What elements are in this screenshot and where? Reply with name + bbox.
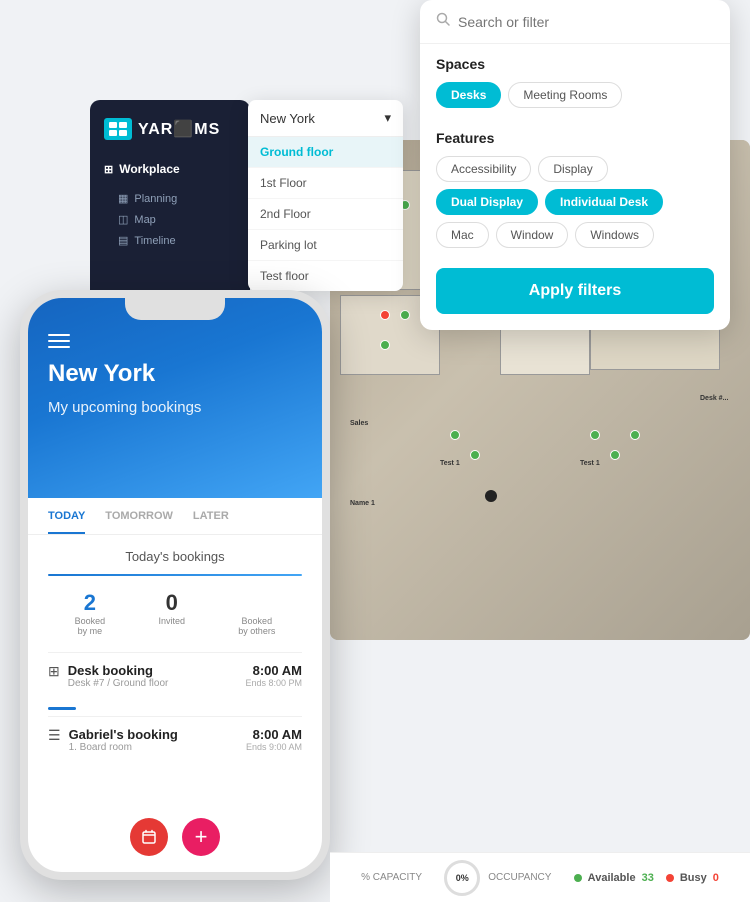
busy-status: Busy 0 xyxy=(666,872,719,884)
occupancy-circle: 0% xyxy=(444,860,480,896)
chip-dual-display[interactable]: Dual Display xyxy=(436,189,538,215)
chip-mac[interactable]: Mac xyxy=(436,222,489,248)
sidebar-item-timeline[interactable]: ▤ Timeline xyxy=(104,230,236,251)
search-input[interactable] xyxy=(458,14,714,30)
desk-booking-info: Desk booking Desk #7 / Ground floor xyxy=(68,663,169,689)
features-chips: Accessibility Display Dual Display Indiv… xyxy=(436,156,714,248)
hamburger-menu[interactable] xyxy=(48,334,70,348)
floor-2[interactable]: 2nd Floor xyxy=(248,199,403,230)
search-icon xyxy=(436,12,450,31)
chip-meeting-rooms[interactable]: Meeting Rooms xyxy=(508,82,622,108)
app-logo: YAR⬛MS xyxy=(104,118,236,140)
floor-ground[interactable]: Ground floor xyxy=(248,137,403,168)
floor-test[interactable]: Test floor xyxy=(248,261,403,291)
chip-windows[interactable]: Windows xyxy=(575,222,654,248)
phone-subtitle: My upcoming bookings xyxy=(48,398,302,418)
phone-tabs: TODAY TOMORROW LATER xyxy=(28,498,322,535)
filter-panel: Spaces Desks Meeting Rooms Features Acce… xyxy=(420,0,730,330)
phone-footer: + xyxy=(28,818,322,856)
desk-booking-time: 8:00 AM Ends 8:00 PM xyxy=(245,663,302,688)
map-icon: ◫ xyxy=(118,213,128,226)
gabriel-booking-info: Gabriel's booking 1. Board room xyxy=(69,727,178,753)
spaces-section: Spaces Desks Meeting Rooms xyxy=(420,44,730,118)
chip-display[interactable]: Display xyxy=(538,156,607,182)
availability-section: Available 33 Busy 0 xyxy=(574,872,719,884)
features-label: Features xyxy=(436,130,714,146)
chip-window[interactable]: Window xyxy=(496,222,569,248)
floor-1[interactable]: 1st Floor xyxy=(248,168,403,199)
timeline-icon: ▤ xyxy=(118,234,128,247)
bookings-divider xyxy=(48,574,302,576)
capacity-section: % CAPACITY xyxy=(361,872,422,883)
stat-booked-by-me: 2 Bookedby me xyxy=(75,590,106,636)
stats-row: 2 Bookedby me 0 Invited Bookedby others xyxy=(48,590,302,636)
sidebar-item-map[interactable]: ◫ Map xyxy=(104,209,236,230)
logo-icon xyxy=(104,118,132,140)
occupancy-section: 0% OCCUPANCY xyxy=(444,860,551,896)
status-bar: % CAPACITY 0% OCCUPANCY Available 33 Bus… xyxy=(330,852,750,902)
tab-later[interactable]: LATER xyxy=(193,498,229,534)
gabriel-booking-icon: ☰ xyxy=(48,727,61,744)
available-dot xyxy=(574,874,582,882)
phone-body: Today's bookings 2 Bookedby me 0 Invited… xyxy=(28,535,322,777)
features-section: Features Accessibility Display Dual Disp… xyxy=(420,118,730,258)
sidebar-item-planning[interactable]: ▦ Planning xyxy=(104,188,236,209)
phone-notch xyxy=(125,298,225,320)
tab-today[interactable]: TODAY xyxy=(48,498,85,534)
blue-bar xyxy=(48,707,76,710)
planning-icon: ▦ xyxy=(118,192,128,205)
sidebar-section: ⊞ Workplace xyxy=(104,162,236,176)
stat-booked-by-others: Bookedby others xyxy=(238,590,275,636)
busy-dot xyxy=(666,874,674,882)
location-header[interactable]: New York ▾ xyxy=(248,100,403,137)
stat-invited: 0 Invited xyxy=(158,590,185,636)
gabriel-booking-time: 8:00 AM Ends 9:00 AM xyxy=(246,727,302,752)
search-bar[interactable] xyxy=(420,0,730,44)
available-status: Available 33 xyxy=(574,872,654,884)
apply-filters-button[interactable]: Apply filters xyxy=(436,268,714,314)
chip-accessibility[interactable]: Accessibility xyxy=(436,156,531,182)
tab-tomorrow[interactable]: TOMORROW xyxy=(105,498,173,534)
chip-individual-desk[interactable]: Individual Desk xyxy=(545,189,663,215)
logo-text: YAR⬛MS xyxy=(138,119,220,139)
booking-desk[interactable]: ⊞ Desk booking Desk #7 / Ground floor 8:… xyxy=(48,652,302,699)
location-dropdown: New York ▾ Ground floor 1st Floor 2nd Fl… xyxy=(248,100,403,291)
desk-booking-icon: ⊞ xyxy=(48,663,60,680)
mobile-phone: New York My upcoming bookings TODAY TOMO… xyxy=(20,290,330,880)
chevron-down-icon: ▾ xyxy=(384,110,391,126)
spaces-label: Spaces xyxy=(436,56,714,72)
phone-header: New York My upcoming bookings xyxy=(28,298,322,498)
booking-gabriel[interactable]: ☰ Gabriel's booking 1. Board room 8:00 A… xyxy=(48,716,302,763)
bookings-title: Today's bookings xyxy=(48,549,302,564)
phone-city: New York xyxy=(48,360,302,388)
delete-button[interactable] xyxy=(130,818,168,856)
spaces-chips: Desks Meeting Rooms xyxy=(436,82,714,108)
booking-gabriel-container: ☰ Gabriel's booking 1. Board room 8:00 A… xyxy=(48,707,302,763)
floor-parking[interactable]: Parking lot xyxy=(248,230,403,261)
add-button[interactable]: + xyxy=(182,818,220,856)
chip-desks[interactable]: Desks xyxy=(436,82,501,108)
